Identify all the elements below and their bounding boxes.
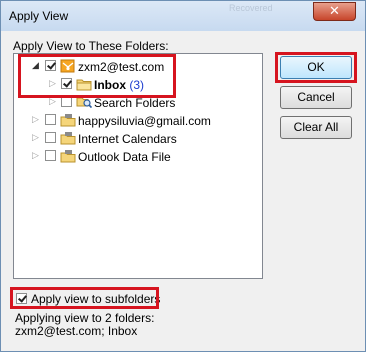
collapsed-arrow-icon[interactable]: ▷ [32,115,39,125]
cancel-button[interactable]: Cancel [280,86,352,109]
highlight-box-account-inbox [18,54,176,98]
data-file-icon [60,114,76,127]
data-file-icon [60,132,76,145]
close-button[interactable]: ✕ [313,2,356,21]
applying-status-line2: zxm2@test.com; Inbox [15,324,138,338]
apply-view-dialog: Apply View Recovered ✕ Apply View to The… [0,0,366,352]
highlight-box-subfolders [10,287,159,309]
tree-row-internet-calendars[interactable]: ▷ Internet Calendars [14,130,262,148]
collapsed-arrow-icon[interactable]: ▷ [32,151,39,161]
applying-status: Applying view to 2 folders: zxm2@test.co… [15,312,154,338]
clear-all-button[interactable]: Clear All [280,116,352,139]
outlook-data-file-checkbox[interactable] [45,150,56,161]
window-title: Apply View [9,9,69,23]
folder-tree[interactable]: ◢ zxm2@test.com ▷ Inbox (3) ▷ Search Fol… [13,53,263,279]
title-bar: Apply View Recovered ✕ [1,1,365,31]
outlook-data-file-label: Outlook Data File [78,150,171,164]
background-ghost-text: Recovered [229,3,273,13]
collapsed-arrow-icon[interactable]: ▷ [49,97,56,107]
internet-calendars-checkbox[interactable] [45,132,56,143]
data-file-icon [60,150,76,163]
tree-row-outlook-data-file[interactable]: ▷ Outlook Data File [14,148,262,166]
gmail-label: happysiluvia@gmail.com [78,114,211,128]
tree-row-gmail[interactable]: ▷ happysiluvia@gmail.com [14,112,262,130]
folders-section-label: Apply View to These Folders: [13,39,169,53]
highlight-box-ok [275,52,357,83]
collapsed-arrow-icon[interactable]: ▷ [32,133,39,143]
search-folders-label: Search Folders [94,96,176,110]
gmail-checkbox[interactable] [45,114,56,125]
close-icon: ✕ [329,4,340,19]
internet-calendars-label: Internet Calendars [78,132,177,146]
